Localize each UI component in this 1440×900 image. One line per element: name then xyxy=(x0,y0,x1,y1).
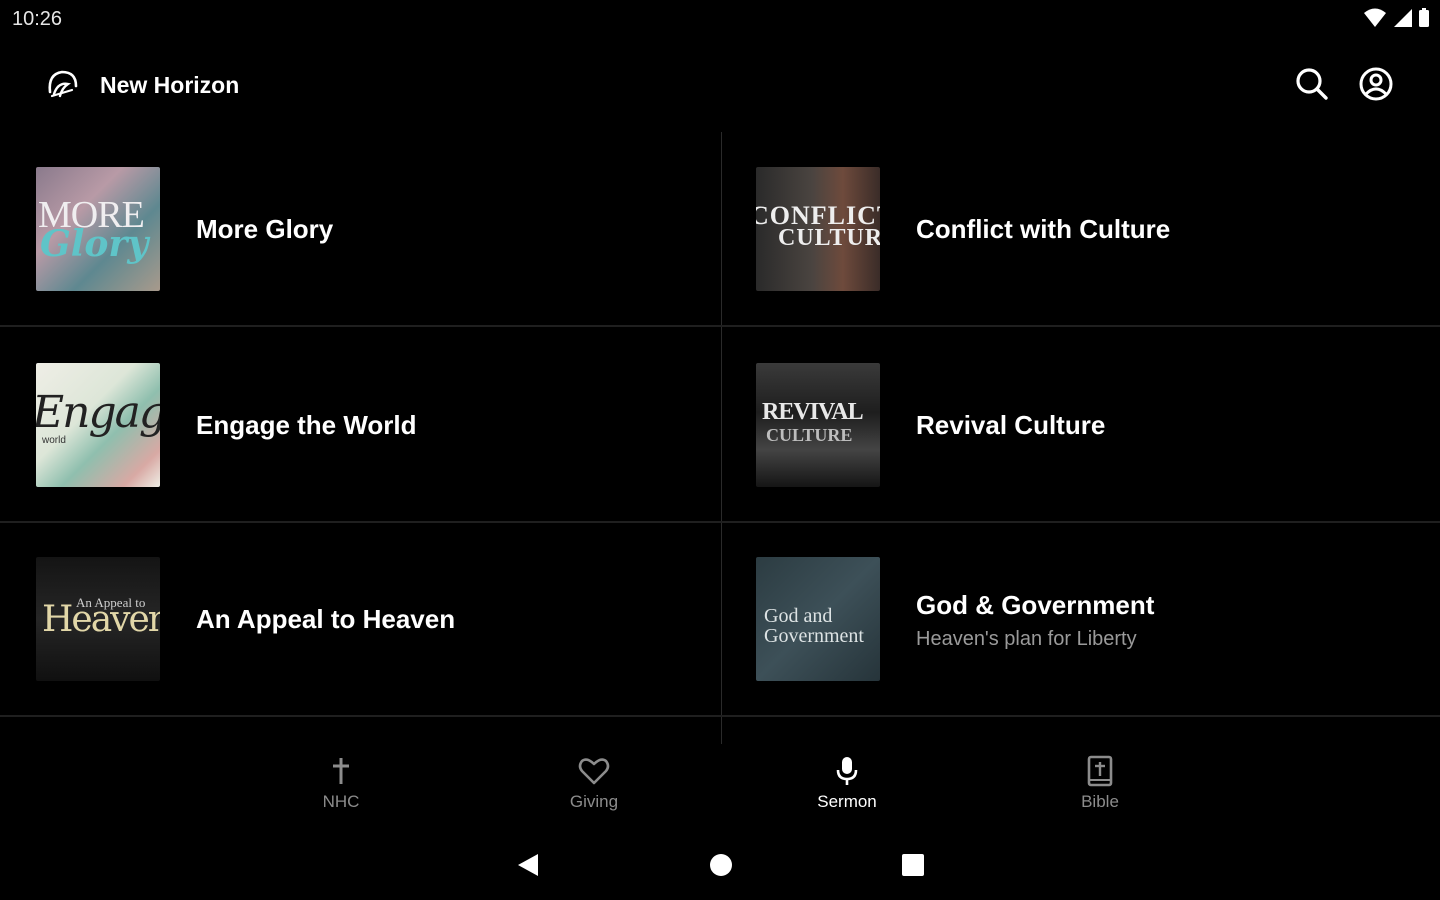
status-icons xyxy=(1364,8,1430,28)
nav-label: Bible xyxy=(1081,792,1119,811)
sermon-thumbnail: CONFLICT CULTURE xyxy=(756,167,880,291)
search-button[interactable] xyxy=(1292,64,1332,104)
thumb-text-bottom: Government xyxy=(764,625,864,647)
thumb-text-bottom: CULTURE xyxy=(778,225,880,251)
thumb-text-bottom: Heaven xyxy=(42,599,160,640)
sermon-item-revival-culture[interactable]: REVIVAL CULTURE Revival Culture xyxy=(720,328,1440,522)
sermon-title: Engage the World xyxy=(196,410,417,440)
new-horizon-logo-icon xyxy=(48,70,78,98)
bottom-navigation: NHC Giving Sermon Bible xyxy=(0,744,1440,832)
microphone-icon xyxy=(836,757,858,785)
sermon-title: More Glory xyxy=(196,214,334,244)
nav-label: Sermon xyxy=(817,792,877,811)
cross-icon xyxy=(333,758,349,784)
battery-icon xyxy=(1419,8,1429,27)
sermon-item-an-appeal-to-heaven[interactable]: An Appeal to Heaven An Appeal to Heaven xyxy=(0,522,720,716)
bible-icon xyxy=(1087,755,1113,787)
sermon-grid: MORE Glory More Glory CONFLICT CULTURE C… xyxy=(0,132,1440,744)
sermon-item-conflict-with-culture[interactable]: CONFLICT CULTURE Conflict with Culture xyxy=(720,132,1440,326)
nav-label: Giving xyxy=(569,792,619,811)
wifi-icon xyxy=(1364,8,1386,27)
sermon-item-god-and-government[interactable]: God and Government God & Government Heav… xyxy=(720,522,1440,716)
nav-label: NHC xyxy=(322,792,360,811)
thumb-text-bottom: world xyxy=(42,435,66,446)
sermon-thumbnail: MORE Glory xyxy=(36,167,160,291)
app-bar: New Horizon xyxy=(0,40,1440,132)
nav-tab-nhc[interactable]: NHC xyxy=(281,754,401,824)
sermon-thumbnail: REVIVAL CULTURE xyxy=(756,363,880,487)
nav-tab-bible[interactable]: Bible xyxy=(1040,754,1160,824)
status-time: 10:26 xyxy=(12,8,63,30)
cell-signal-icon xyxy=(1394,9,1412,27)
sermon-item-engage-the-world[interactable]: Engage world Engage the World xyxy=(0,328,720,522)
home-icon[interactable] xyxy=(706,850,736,880)
sermon-thumbnail: God and Government xyxy=(756,557,880,681)
sermon-item-more-glory[interactable]: MORE Glory More Glory xyxy=(0,132,720,326)
sermon-title: Conflict with Culture xyxy=(916,214,1171,244)
status-bar: 10:26 xyxy=(0,0,1440,40)
sermon-title: An Appeal to Heaven xyxy=(196,604,456,634)
sermon-subtitle: Heaven's plan for Liberty xyxy=(916,628,1137,650)
heart-icon xyxy=(578,758,610,785)
thumb-text-bottom: CULTURE xyxy=(766,425,853,445)
search-icon xyxy=(1296,68,1328,100)
sermon-title: Revival Culture xyxy=(916,410,1106,440)
thumb-text-top: Engage xyxy=(36,387,160,438)
system-navigation-bar xyxy=(0,832,1440,900)
account-circle-icon xyxy=(1359,67,1393,101)
sermon-thumbnail: Engage world xyxy=(36,363,160,487)
recents-icon[interactable] xyxy=(898,850,928,880)
account-button[interactable] xyxy=(1356,64,1396,104)
nav-tab-giving[interactable]: Giving xyxy=(534,754,654,824)
thumb-text-bottom: Glory xyxy=(40,223,149,265)
sermon-title: God & Government xyxy=(916,590,1155,620)
thumb-text-top: REVIVAL xyxy=(762,399,864,425)
nav-tab-sermon[interactable]: Sermon xyxy=(787,754,907,824)
app-title: New Horizon xyxy=(100,72,240,98)
sermon-thumbnail: An Appeal to Heaven xyxy=(36,557,160,681)
back-icon[interactable] xyxy=(512,850,542,880)
